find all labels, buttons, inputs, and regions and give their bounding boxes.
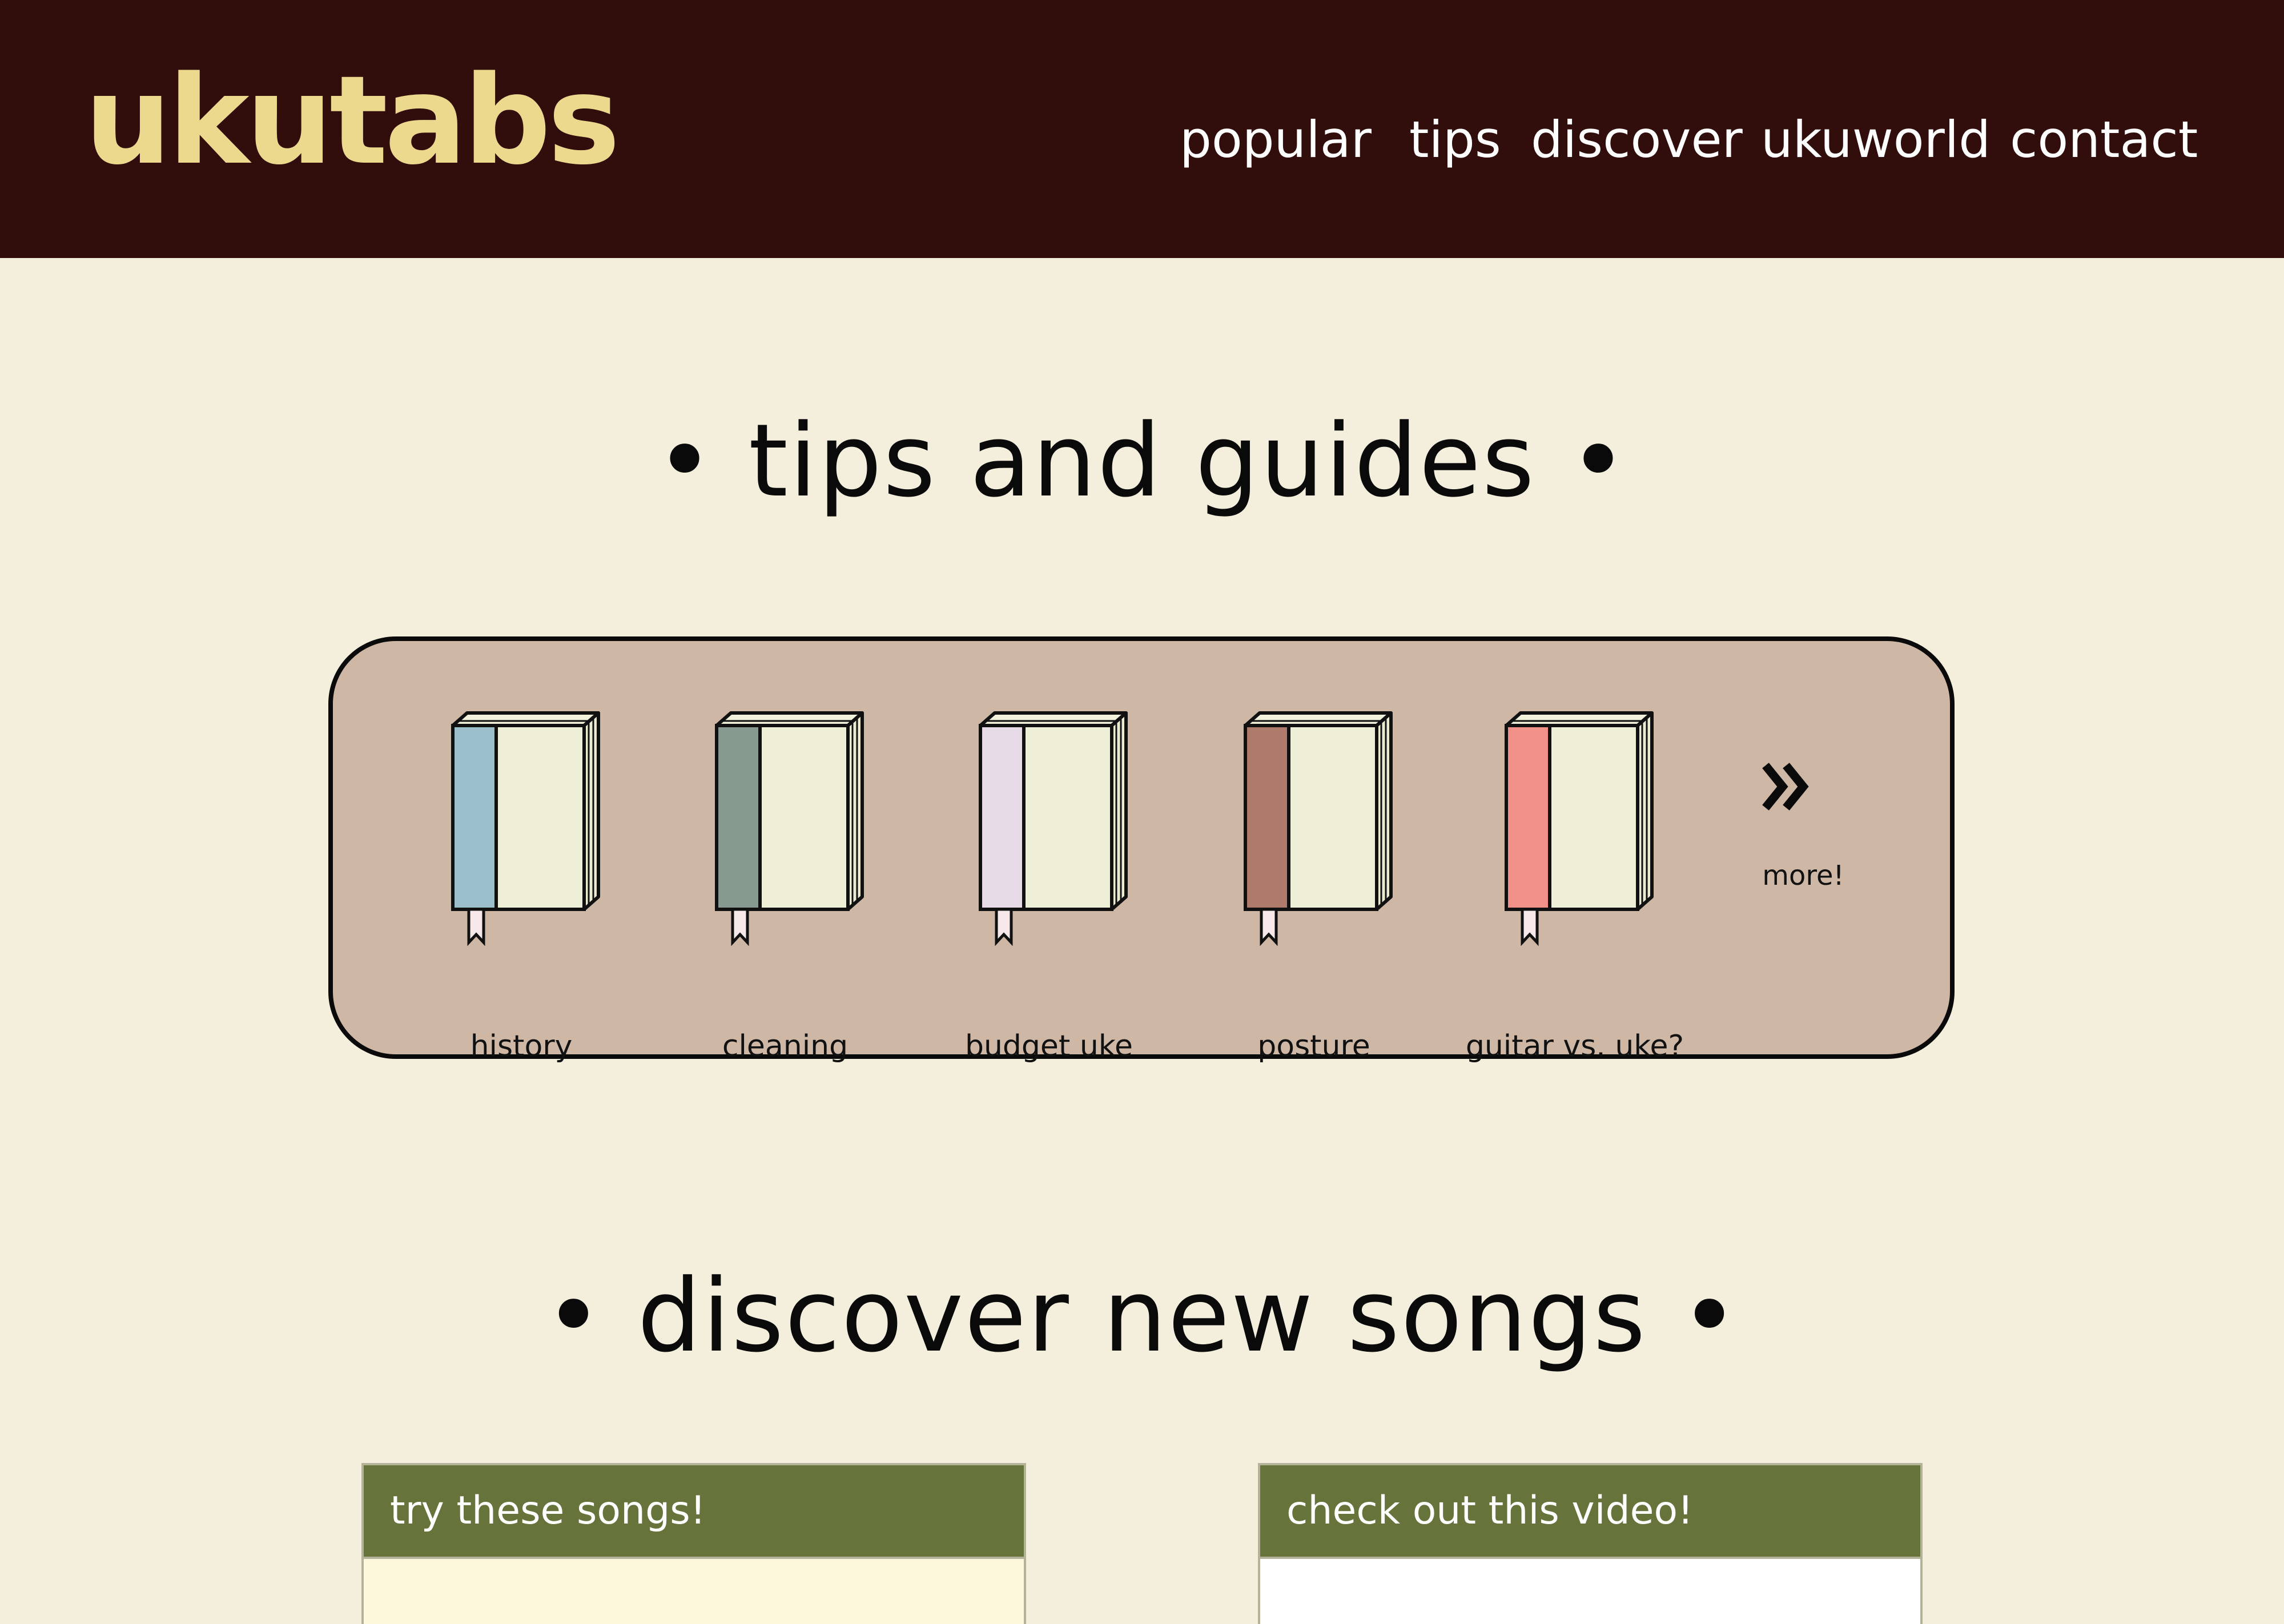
- guide-label-posture: posture: [1257, 1029, 1370, 1063]
- guide-book-budget-uke[interactable]: budget uke: [946, 708, 1152, 1061]
- guide-book-history[interactable]: history: [419, 708, 624, 1061]
- nav-link-discover[interactable]: discover: [1531, 106, 1743, 174]
- video-card: check out this video!: [1258, 1463, 1923, 1624]
- discover-section-title: • discover new songs •: [544, 1258, 1740, 1375]
- tips-section-title: • tips and guides •: [655, 402, 1629, 519]
- songs-card-title: try these songs!: [364, 1465, 1024, 1557]
- video-card-body[interactable]: [1260, 1557, 1920, 1624]
- nav-link-contact[interactable]: contact: [2010, 106, 2198, 174]
- more-guides-label: more!: [1762, 860, 1844, 892]
- more-guides-button[interactable]: more!: [1729, 755, 1877, 904]
- songs-card: try these songs!: [361, 1463, 1026, 1624]
- guide-label-history: history: [470, 1029, 573, 1063]
- book-icon: [1505, 711, 1654, 946]
- double-chevron-right-icon: [1762, 763, 1809, 811]
- guide-label-budget-uke: budget uke: [964, 1029, 1133, 1063]
- tips-panel: history cleaning budget uke posture guit…: [328, 636, 1955, 1061]
- book-icon: [979, 711, 1128, 946]
- guide-label-cleaning: cleaning: [722, 1029, 849, 1063]
- nav-link-popular[interactable]: popular: [1180, 106, 1372, 174]
- site-header: ukutabs popular tips discover ukuworld c…: [0, 0, 2284, 258]
- nav-link-tips[interactable]: tips: [1409, 106, 1501, 174]
- guide-label-guitar-vs-uke: guitar vs. uke?: [1465, 1029, 1684, 1063]
- video-card-title: check out this video!: [1260, 1465, 1920, 1557]
- guide-book-posture[interactable]: posture: [1211, 708, 1417, 1061]
- guide-book-guitar-vs-uke[interactable]: guitar vs. uke?: [1466, 708, 1684, 1061]
- nav-link-ukuworld[interactable]: ukuworld: [1761, 106, 1991, 174]
- book-icon: [715, 711, 864, 946]
- guide-book-cleaning[interactable]: cleaning: [682, 708, 888, 1061]
- book-icon: [1244, 711, 1393, 946]
- book-icon: [451, 711, 600, 946]
- main-nav: popular tips discover ukuworld contact: [0, 106, 2284, 174]
- songs-card-body: [364, 1557, 1024, 1624]
